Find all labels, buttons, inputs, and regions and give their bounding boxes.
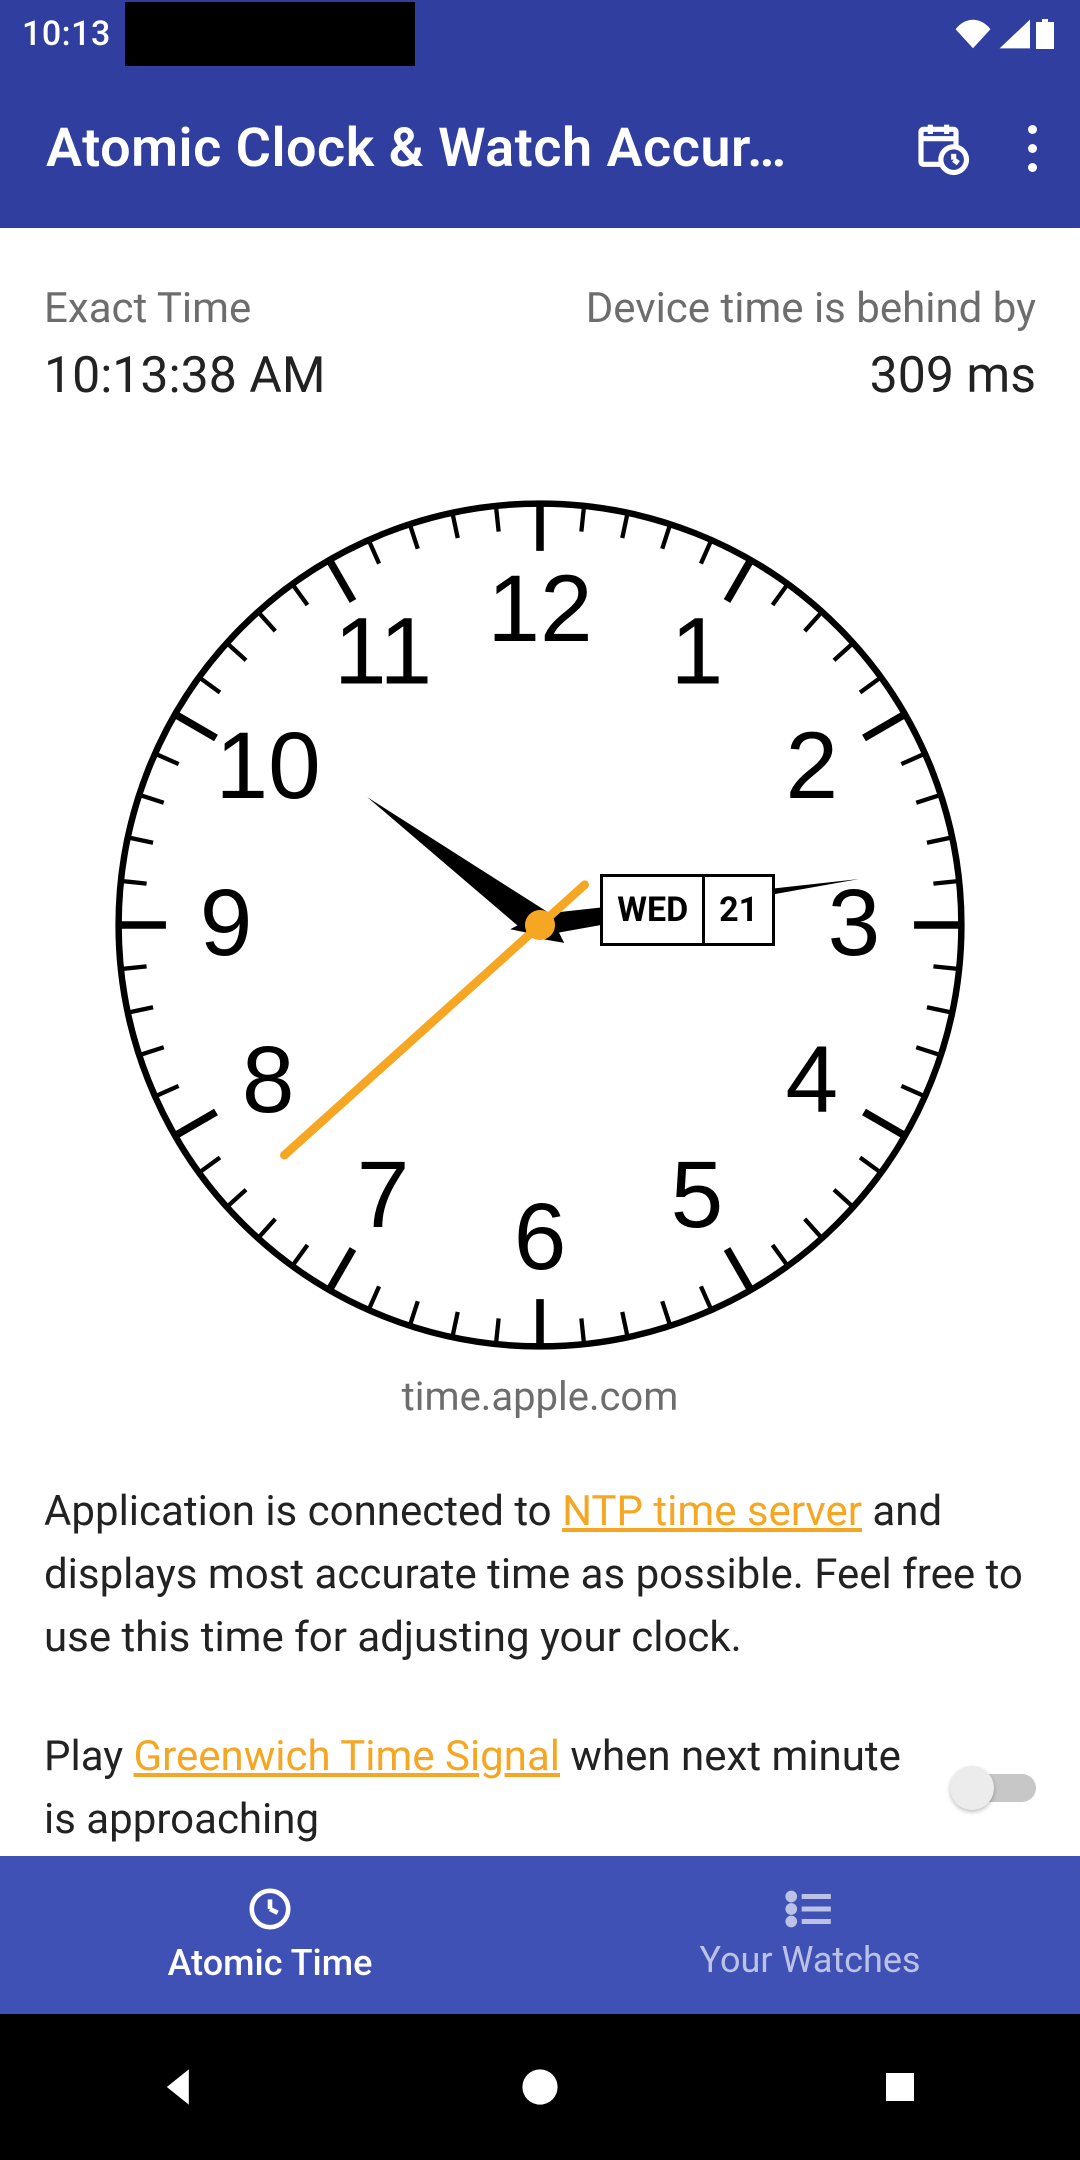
exact-time-label: Exact Time bbox=[44, 284, 326, 333]
svg-text:2: 2 bbox=[786, 713, 839, 819]
svg-text:3: 3 bbox=[828, 870, 881, 976]
exact-time-value: 10:13:38 AM bbox=[44, 347, 326, 405]
bottom-nav: Atomic Time Your Watches bbox=[0, 1856, 1080, 2014]
date-weekday: WED bbox=[603, 877, 705, 943]
time-signal-text: Play Greenwich Time Signal when next min… bbox=[44, 1725, 930, 1851]
overflow-menu-button[interactable] bbox=[1002, 108, 1062, 188]
home-icon bbox=[518, 2065, 562, 2109]
android-nav-bar bbox=[0, 2014, 1080, 2160]
svg-text:5: 5 bbox=[671, 1142, 724, 1248]
clock-icon bbox=[247, 1886, 293, 1932]
svg-text:10: 10 bbox=[216, 713, 321, 819]
calendar-clock-button[interactable] bbox=[902, 108, 982, 188]
svg-text:11: 11 bbox=[334, 598, 432, 704]
status-bar: 10:13 bbox=[0, 0, 1080, 68]
statusbar-right-icons bbox=[954, 19, 1054, 49]
list-icon bbox=[785, 1889, 835, 1929]
time-signal-toggle[interactable] bbox=[950, 1766, 1036, 1810]
description-text: Application is connected to NTP time ser… bbox=[44, 1480, 1036, 1669]
cellular-icon bbox=[998, 19, 1030, 49]
svg-text:8: 8 bbox=[242, 1027, 295, 1133]
ntp-server-link[interactable]: NTP time server bbox=[562, 1487, 862, 1536]
tab-atomic-time[interactable]: Atomic Time bbox=[0, 1856, 540, 2014]
date-day: 21 bbox=[705, 877, 772, 943]
svg-text:6: 6 bbox=[514, 1184, 567, 1290]
greenwich-signal-link[interactable]: Greenwich Time Signal bbox=[134, 1732, 560, 1781]
android-back-button[interactable] bbox=[120, 2057, 240, 2117]
svg-text:4: 4 bbox=[786, 1027, 839, 1133]
recents-icon bbox=[880, 2067, 920, 2107]
svg-text:1: 1 bbox=[671, 598, 724, 704]
signal-text-a: Play bbox=[44, 1732, 134, 1781]
wifi-icon bbox=[954, 19, 992, 49]
statusbar-redaction bbox=[125, 2, 415, 66]
main-content: Exact Time 10:13:38 AM Device time is be… bbox=[0, 228, 1080, 1856]
offset-label: Device time is behind by bbox=[586, 284, 1036, 333]
tab-watches-label: Your Watches bbox=[699, 1939, 920, 1981]
tab-your-watches[interactable]: Your Watches bbox=[540, 1856, 1080, 2014]
app-title: Atomic Clock & Watch Accur… bbox=[46, 117, 902, 180]
analog-clock: 121234567891011 WED 21 bbox=[110, 495, 970, 1355]
desc-text-a: Application is connected to bbox=[44, 1487, 562, 1536]
time-server-label: time.apple.com bbox=[402, 1373, 679, 1420]
tab-atomic-label: Atomic Time bbox=[168, 1942, 373, 1984]
more-dot bbox=[1028, 163, 1037, 172]
statusbar-time: 10:13 bbox=[22, 14, 111, 54]
svg-text:7: 7 bbox=[357, 1142, 410, 1248]
app-bar: Atomic Clock & Watch Accur… bbox=[0, 68, 1080, 228]
toggle-thumb bbox=[950, 1766, 994, 1810]
android-home-button[interactable] bbox=[480, 2057, 600, 2117]
battery-icon bbox=[1036, 19, 1054, 49]
date-window: WED 21 bbox=[600, 874, 775, 946]
more-dot bbox=[1028, 125, 1037, 134]
svg-text:9: 9 bbox=[200, 870, 253, 976]
back-icon bbox=[158, 2065, 202, 2109]
more-dot bbox=[1028, 144, 1037, 153]
svg-text:12: 12 bbox=[487, 556, 592, 662]
offset-value: 309 ms bbox=[586, 347, 1036, 405]
calendar-clock-icon bbox=[914, 120, 970, 176]
android-recents-button[interactable] bbox=[840, 2057, 960, 2117]
